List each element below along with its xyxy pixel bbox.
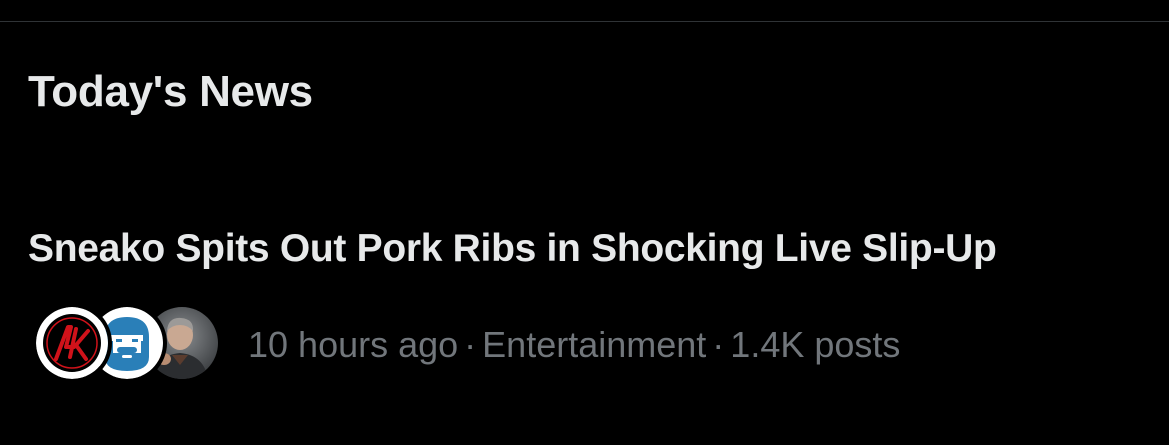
news-meta: 10 hours ago · Entertainment · 1.4K posts — [248, 323, 900, 367]
news-category: Entertainment — [482, 324, 707, 365]
top-divider — [0, 21, 1169, 22]
news-time: 10 hours ago — [248, 324, 459, 365]
news-headline[interactable]: Sneako Spits Out Pork Ribs in Shocking L… — [28, 221, 997, 277]
news-post-count: 1.4K posts — [730, 324, 901, 365]
news-item[interactable]: Sneako Spits Out Pork Ribs in Shocking L… — [0, 215, 1169, 405]
section-title: Today's News — [28, 67, 313, 116]
meta-separator: · — [712, 324, 725, 365]
meta-separator: · — [464, 324, 477, 365]
avatar-group — [32, 303, 222, 387]
ak-logo-icon — [36, 307, 108, 379]
ak-logo-avatar — [32, 303, 112, 383]
